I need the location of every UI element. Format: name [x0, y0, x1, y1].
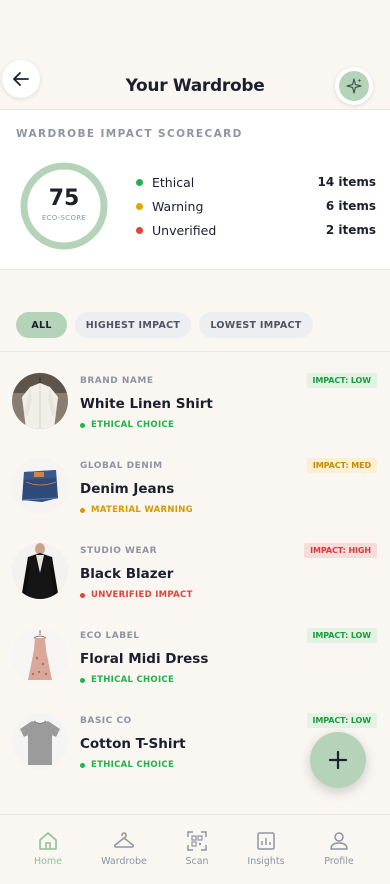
- legend-dot: [136, 202, 143, 210]
- status-dot: [80, 422, 85, 428]
- filter-bar: ALL HIGHEST IMPACT LOWEST IMPACT: [0, 271, 390, 352]
- wardrobe-item[interactable]: GLOBAL DENIM Denim Jeans MATERIAL WARNIN…: [0, 458, 390, 543]
- tab-insights[interactable]: Insights: [227, 815, 305, 875]
- app-header: Your Wardrobe: [0, 0, 390, 110]
- tab-label: Scan: [185, 856, 209, 867]
- ai-assistant-button[interactable]: [335, 67, 373, 105]
- eco-score-value: 75: [48, 186, 80, 211]
- item-photo-tshirt: [12, 713, 68, 769]
- status-label: ETHICAL CHOICE: [91, 760, 175, 770]
- legend-dot: [136, 178, 143, 186]
- legend-dot: [136, 226, 143, 234]
- item-photo-blazer: [12, 543, 68, 599]
- item-brand: BRAND NAME: [80, 376, 154, 386]
- legend-count: 6 items: [325, 199, 376, 213]
- status-dot: [80, 592, 85, 598]
- impact-badge: IMPACT: LOW: [306, 373, 377, 388]
- legend-label: Ethical: [152, 174, 195, 190]
- item-status: ETHICAL CHOICE: [80, 760, 174, 770]
- page-title: Your Wardrobe: [125, 76, 265, 96]
- sparkle-icon: [346, 78, 362, 94]
- wardrobe-item[interactable]: ECO LABEL Floral Midi Dress ETHICAL CHOI…: [0, 628, 390, 713]
- item-photo-shirt: [12, 373, 68, 429]
- item-status: ETHICAL CHOICE: [80, 420, 174, 430]
- item-brand: STUDIO WEAR: [80, 546, 158, 556]
- impact-scorecard: WARDROBE IMPACT SCORECARD 75 ECO-SCORE E…: [0, 110, 390, 270]
- item-photo-dress: [12, 628, 68, 684]
- wardrobe-item[interactable]: STUDIO WEAR Black Blazer UNVERIFIED IMPA…: [0, 543, 390, 628]
- filter-chip-highest-impact[interactable]: HIGHEST IMPACT: [75, 312, 191, 338]
- tab-label: Insights: [247, 856, 285, 867]
- legend-label: Warning: [152, 198, 204, 214]
- wardrobe-item[interactable]: BRAND NAME White Linen Shirt ETHICAL CHO…: [0, 373, 390, 458]
- item-photo-jeans: [12, 458, 68, 514]
- legend-row-ethical: Ethical 14 items: [136, 174, 376, 190]
- impact-badge: IMPACT: LOW: [306, 628, 377, 643]
- impact-badge: IMPACT: MED: [306, 458, 377, 473]
- status-label: MATERIAL WARNING: [91, 505, 193, 515]
- hanger-icon: [113, 832, 135, 848]
- legend-row-warning: Warning 6 items: [136, 198, 376, 214]
- item-name: Cotton T-Shirt: [80, 736, 186, 752]
- status-dot: [80, 677, 85, 683]
- item-brand: ECO LABEL: [80, 631, 140, 641]
- user-icon: [330, 832, 348, 850]
- impact-badge: IMPACT: HIGH: [304, 543, 377, 558]
- legend-label: Unverified: [152, 222, 217, 238]
- tab-label: Home: [33, 856, 63, 867]
- legend-row-unverified: Unverified 2 items: [136, 222, 376, 238]
- status-dot: [80, 762, 85, 768]
- status-dot: [80, 507, 85, 513]
- qr-scan-icon: [187, 831, 207, 851]
- legend-count: 2 items: [325, 223, 376, 237]
- tab-label: Wardrobe: [101, 856, 147, 867]
- item-brand: GLOBAL DENIM: [80, 461, 163, 471]
- filter-chip-all[interactable]: ALL: [16, 312, 67, 338]
- tab-wardrobe[interactable]: Wardrobe: [85, 815, 163, 875]
- item-name: Black Blazer: [80, 566, 174, 582]
- tab-home[interactable]: Home: [9, 815, 87, 875]
- scorecard-title: WARDROBE IMPACT SCORECARD: [16, 128, 243, 140]
- tab-label: Profile: [324, 856, 354, 867]
- item-name: Denim Jeans: [80, 481, 175, 497]
- impact-badge: IMPACT: LOW: [306, 713, 377, 728]
- legend-count: 14 items: [317, 175, 376, 189]
- item-status: UNVERIFIED IMPACT: [80, 590, 193, 600]
- status-label: ETHICAL CHOICE: [91, 675, 175, 685]
- tab-scan[interactable]: Scan: [158, 815, 236, 875]
- add-item-button[interactable]: [310, 732, 366, 788]
- filter-chip-lowest-impact[interactable]: LOWEST IMPACT: [199, 312, 313, 338]
- bottom-tab-bar: Home Wardrobe Scan Insights Profile: [0, 814, 390, 884]
- home-icon: [39, 832, 57, 850]
- plus-icon: [328, 750, 348, 770]
- chart-icon: [257, 832, 275, 850]
- tab-profile[interactable]: Profile: [300, 815, 378, 875]
- status-label: UNVERIFIED IMPACT: [91, 590, 193, 600]
- status-label: ETHICAL CHOICE: [91, 420, 175, 430]
- item-name: White Linen Shirt: [80, 396, 213, 412]
- item-name: Floral Midi Dress: [80, 651, 209, 667]
- item-brand: BASIC CO: [80, 716, 132, 726]
- eco-score-label: ECO-SCORE: [41, 214, 87, 222]
- item-status: ETHICAL CHOICE: [80, 675, 174, 685]
- item-status: MATERIAL WARNING: [80, 505, 193, 515]
